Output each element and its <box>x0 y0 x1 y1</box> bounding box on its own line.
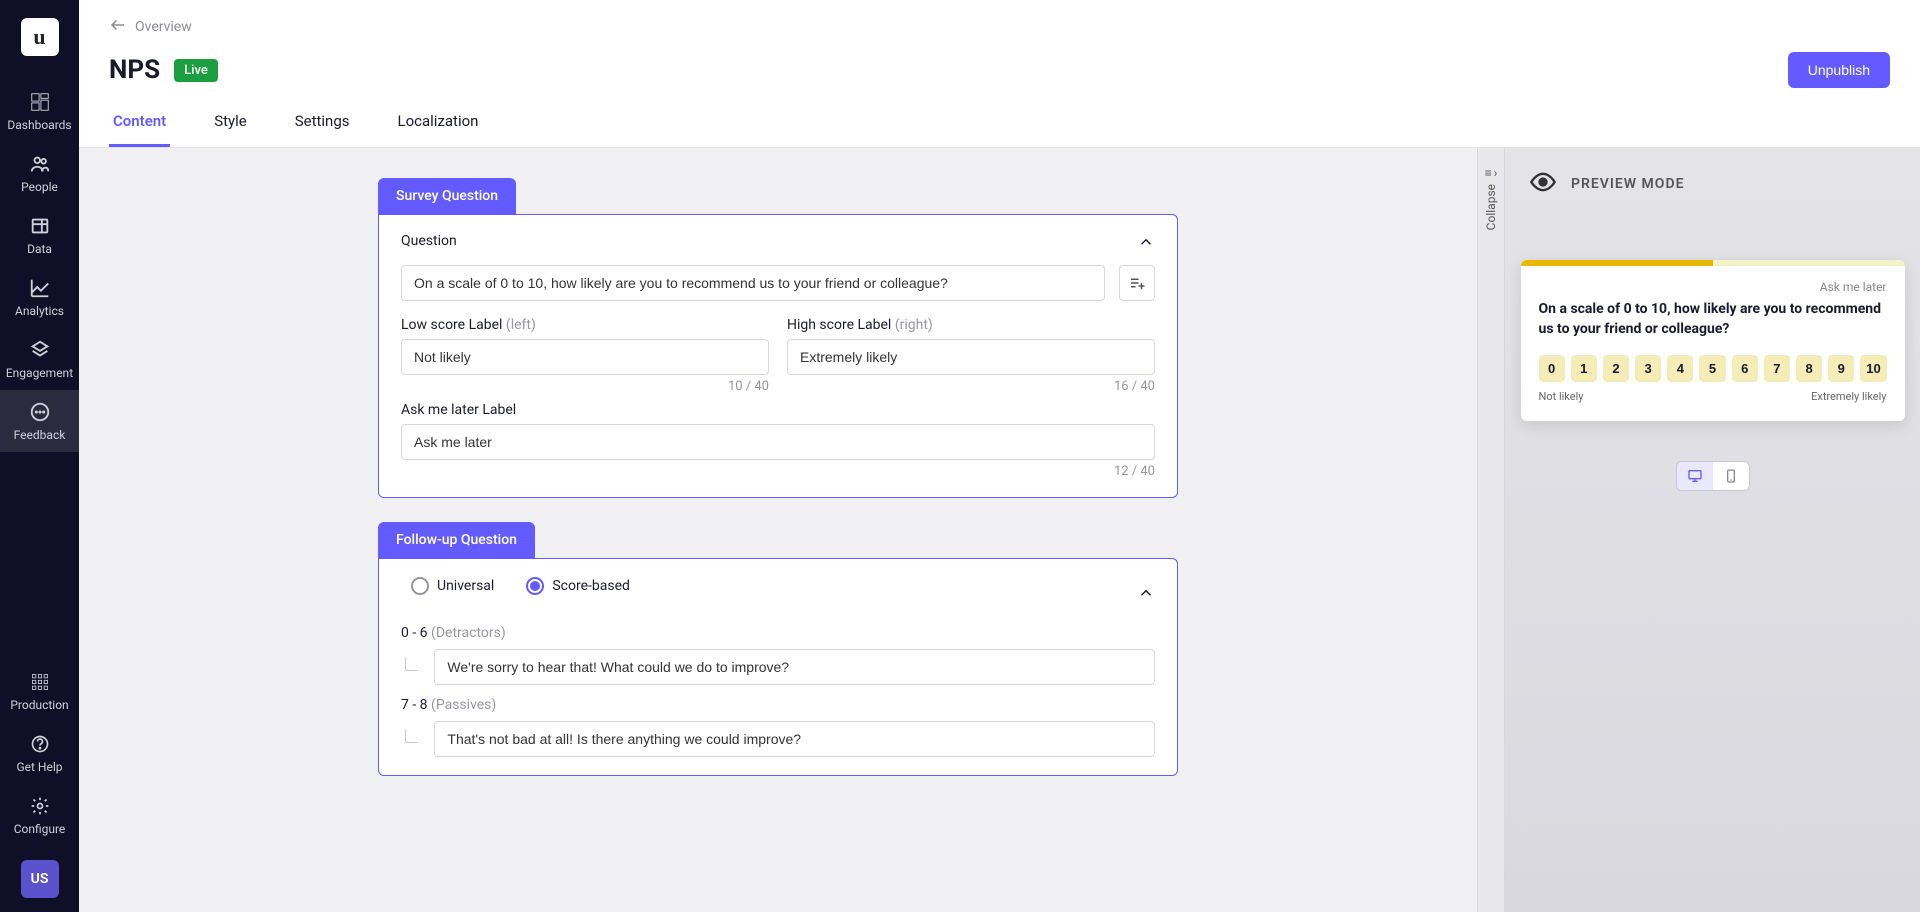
tab-settings[interactable]: Settings <box>291 112 354 147</box>
detractors-label: 0 - 6 (Detractors) <box>401 625 1155 641</box>
followup-question-section-tab[interactable]: Follow-up Question <box>378 522 535 558</box>
sidebar-item-dashboards[interactable]: Dashboards <box>0 80 79 142</box>
high-score-char-count: 16 / 40 <box>787 379 1155 394</box>
tab-content[interactable]: Content <box>109 112 170 147</box>
app-logo[interactable]: u <box>21 18 59 56</box>
nav-item-label: Get Help <box>16 760 62 774</box>
collapse-icon: ≡› <box>1485 166 1498 180</box>
variable-insert-button[interactable] <box>1119 265 1155 301</box>
nav-item-label: Dashboards <box>7 118 71 132</box>
score-button-10[interactable]: 10 <box>1860 355 1886 382</box>
sidebar: u Dashboards People Data Analytics Engagemen… <box>0 0 79 912</box>
chevron-up-icon[interactable] <box>1137 584 1155 606</box>
sidebar-item-production[interactable]: Production <box>0 660 79 722</box>
question-input[interactable] <box>401 265 1105 301</box>
main-content: Overview NPS Live Unpublish Content Style… <box>79 0 1920 912</box>
score-button-0[interactable]: 0 <box>1539 355 1565 382</box>
gear-icon <box>28 794 52 818</box>
survey-question-section-tab[interactable]: Survey Question <box>378 178 516 214</box>
tree-connector-icon <box>405 657 418 671</box>
sidebar-item-data[interactable]: Data <box>0 204 79 266</box>
sidebar-item-feedback[interactable]: Feedback <box>0 390 79 452</box>
status-badge: Live <box>174 59 218 82</box>
top-bar: Overview NPS Live Unpublish Content Style… <box>79 0 1920 148</box>
preview-mode-label: PREVIEW MODE <box>1571 176 1684 192</box>
back-to-overview-link[interactable]: Overview <box>109 16 1890 38</box>
collapse-toggle[interactable]: ≡› Collapse <box>1477 148 1505 912</box>
preview-ask-later-link[interactable]: Ask me later <box>1539 280 1887 294</box>
preview-score-row: 012345678910 <box>1539 355 1887 382</box>
sidebar-item-analytics[interactable]: Analytics <box>0 266 79 328</box>
grid-icon <box>28 670 52 694</box>
page-title: NPS <box>109 55 160 85</box>
tab-localization[interactable]: Localization <box>394 112 483 147</box>
nav-item-label: Analytics <box>15 304 64 318</box>
followup-question-section: Follow-up Question Universal Score-b <box>378 522 1178 776</box>
sidebar-item-people[interactable]: People <box>0 142 79 204</box>
passives-input[interactable] <box>434 721 1155 757</box>
sidebar-item-get-help[interactable]: Get Help <box>0 722 79 784</box>
ask-later-input[interactable] <box>401 424 1155 460</box>
people-icon <box>28 152 52 176</box>
score-button-9[interactable]: 9 <box>1828 355 1854 382</box>
help-icon <box>28 732 52 756</box>
score-button-3[interactable]: 3 <box>1635 355 1661 382</box>
environment-badge[interactable]: US <box>21 860 59 898</box>
collapse-label: Collapse <box>1484 184 1498 230</box>
preview-question-text: On a scale of 0 to 10, how likely are yo… <box>1539 300 1887 339</box>
low-score-char-count: 10 / 40 <box>401 379 769 394</box>
ask-later-char-count: 12 / 40 <box>401 464 1155 479</box>
tree-connector-icon <box>405 729 418 743</box>
preview-panel: PREVIEW MODE Ask me later On a scale of … <box>1505 148 1920 912</box>
survey-question-section: Survey Question Question <box>378 178 1178 498</box>
nav-item-label: Data <box>27 242 52 256</box>
arrow-left-icon <box>109 16 127 38</box>
survey-preview-card: Ask me later On a scale of 0 to 10, how … <box>1521 260 1905 421</box>
nav-item-label: People <box>21 180 58 194</box>
sidebar-item-engagement[interactable]: Engagement <box>0 328 79 390</box>
score-button-1[interactable]: 1 <box>1571 355 1597 382</box>
preview-high-label: Extremely likely <box>1811 390 1886 403</box>
detractors-input[interactable] <box>434 649 1155 685</box>
score-button-8[interactable]: 8 <box>1796 355 1822 382</box>
nav-item-label: Engagement <box>6 366 73 380</box>
followup-radio-score-based[interactable]: Score-based <box>526 577 630 595</box>
score-button-7[interactable]: 7 <box>1764 355 1790 382</box>
analytics-icon <box>28 276 52 300</box>
engagement-icon <box>28 338 52 362</box>
nav-item-label: Production <box>10 698 68 712</box>
score-button-2[interactable]: 2 <box>1603 355 1629 382</box>
back-link-label: Overview <box>135 19 192 35</box>
nav-item-label: Configure <box>14 822 66 836</box>
device-mobile-button[interactable] <box>1713 462 1749 490</box>
dashboards-icon <box>28 90 52 114</box>
nav-item-label: Feedback <box>14 428 66 442</box>
sidebar-item-configure[interactable]: Configure <box>0 784 79 846</box>
unpublish-button[interactable]: Unpublish <box>1788 52 1890 88</box>
followup-radio-universal[interactable]: Universal <box>411 577 494 595</box>
feedback-icon <box>28 400 52 424</box>
low-score-label: Low score Label (left) <box>401 317 769 333</box>
ask-later-label: Ask me later Label <box>401 402 1155 418</box>
score-button-5[interactable]: 5 <box>1699 355 1725 382</box>
low-score-input[interactable] <box>401 339 769 375</box>
tab-style[interactable]: Style <box>210 112 251 147</box>
chevron-up-icon[interactable] <box>1137 233 1155 255</box>
eye-icon <box>1529 168 1557 200</box>
question-label: Question <box>401 233 457 249</box>
score-button-6[interactable]: 6 <box>1732 355 1758 382</box>
editor-panel: Survey Question Question <box>79 148 1477 912</box>
high-score-label: High score Label (right) <box>787 317 1155 333</box>
preview-low-label: Not likely <box>1539 390 1584 403</box>
data-icon <box>28 214 52 238</box>
passives-label: 7 - 8 (Passives) <box>401 697 1155 713</box>
device-toggle <box>1676 461 1750 491</box>
score-button-4[interactable]: 4 <box>1667 355 1693 382</box>
tabs: Content Style Settings Localization <box>109 112 1890 147</box>
high-score-input[interactable] <box>787 339 1155 375</box>
device-desktop-button[interactable] <box>1677 462 1713 490</box>
